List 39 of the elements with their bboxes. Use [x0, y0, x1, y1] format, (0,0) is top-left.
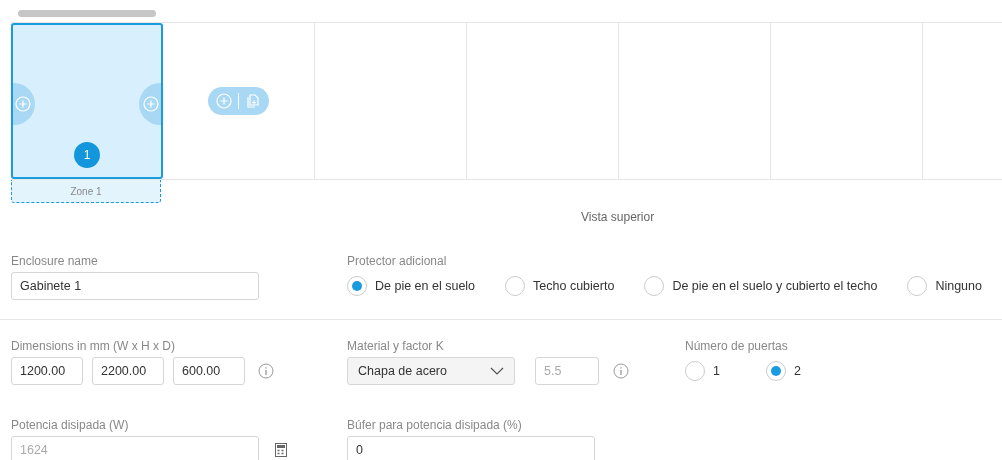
- radio-label: 1: [713, 364, 720, 378]
- radio-label: Techo cubierto: [533, 279, 615, 293]
- text-field[interactable]: Gabinete 1: [11, 272, 259, 300]
- field-label: Material y factor K: [347, 339, 445, 353]
- radio-button[interactable]: [765, 361, 786, 381]
- zone-number-badge: 1: [74, 142, 100, 168]
- field-label: Enclosure name: [11, 254, 99, 268]
- radio-button[interactable]: [685, 361, 705, 381]
- field-label: Potencia disipada (W): [11, 418, 130, 432]
- plus-circle-icon[interactable]: [143, 96, 159, 112]
- info-icon[interactable]: [613, 363, 629, 379]
- add-left-tab[interactable]: [13, 83, 35, 125]
- text-field[interactable]: 0: [347, 436, 595, 460]
- field-label: Dimensions in mm (W x H x D): [11, 339, 176, 353]
- radio-button[interactable]: [347, 276, 367, 296]
- radio-label: De pie en el suelo: [375, 279, 476, 293]
- plus-circle-icon[interactable]: [216, 93, 232, 109]
- text-field[interactable]: 1200.00: [11, 357, 83, 385]
- copy-icon[interactable]: [245, 93, 261, 109]
- field-label: Número de puertas: [685, 339, 789, 353]
- field-label: Protector adicional: [347, 254, 448, 268]
- radio-label: Ninguno: [935, 279, 982, 293]
- view-caption: Vista superior: [581, 210, 655, 224]
- material-dropdown[interactable]: Chapa de acero: [347, 357, 515, 385]
- add-right-tab[interactable]: [139, 83, 161, 125]
- plus-circle-icon[interactable]: [15, 96, 31, 112]
- info-icon[interactable]: [258, 363, 274, 379]
- radio-label: De pie en el suelo y cubierto el techo: [672, 279, 878, 293]
- zone-label: Zone 1: [11, 180, 161, 203]
- chevron-down-icon: [490, 367, 504, 375]
- text-field[interactable]: 600.00: [173, 357, 245, 385]
- scrollbar-thumb[interactable]: [18, 10, 156, 17]
- calculator-icon[interactable]: [275, 443, 287, 457]
- field-label: Búfer para potencia disipada (%): [347, 418, 523, 432]
- radio-button[interactable]: [505, 276, 526, 296]
- radio-button[interactable]: [907, 276, 928, 296]
- radio-button[interactable]: [644, 276, 665, 296]
- radio-label: 2: [793, 364, 801, 378]
- text-field[interactable]: 2200.00: [92, 357, 164, 385]
